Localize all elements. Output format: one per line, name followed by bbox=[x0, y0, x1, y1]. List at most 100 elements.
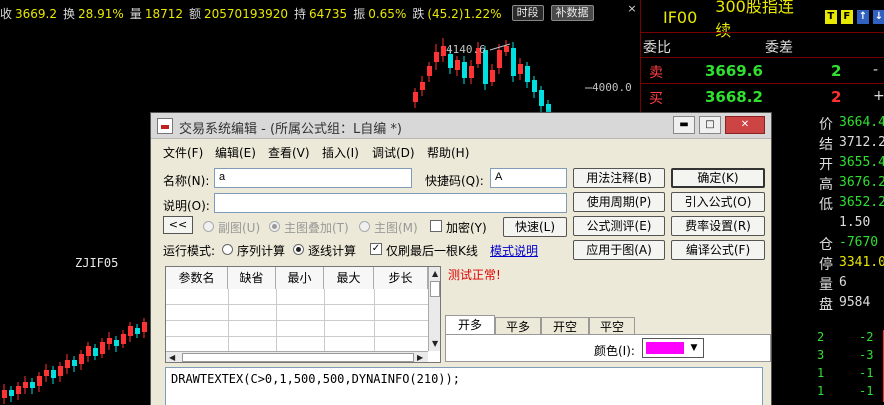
quote-field-label: 仓 bbox=[819, 237, 833, 253]
quote-field-label: 结 bbox=[819, 137, 833, 153]
col-step: 步长 bbox=[374, 267, 428, 289]
order-ratio-row: 委比 委差 bbox=[641, 32, 884, 58]
tick-row: 1 -1 bbox=[813, 384, 884, 402]
fast-button[interactable]: 快速(L) bbox=[503, 217, 567, 237]
formula-test-button[interactable]: 公式测评(E) bbox=[573, 216, 665, 236]
menubar: 文件(F) 编辑(E) 查看(V) 插入(I) 调试(D) 帮助(H) bbox=[151, 141, 771, 161]
status-item-value: 20570193920 bbox=[204, 6, 288, 21]
order-ratio-label: 委比 bbox=[643, 40, 671, 56]
mode-help-link[interactable]: 模式说明 bbox=[490, 242, 538, 259]
sell-volume: 2 bbox=[831, 62, 842, 80]
quote-field-label: 盘 bbox=[819, 297, 833, 313]
menu-view[interactable]: 查看(V) bbox=[268, 144, 310, 161]
contract-code: IF00 bbox=[663, 7, 698, 27]
candle bbox=[114, 336, 119, 352]
menu-file[interactable]: 文件(F) bbox=[163, 144, 203, 161]
order-diff-label: 委差 bbox=[765, 40, 793, 56]
menu-edit[interactable]: 编辑(E) bbox=[215, 144, 256, 161]
quote-field-value: 3712.2 bbox=[839, 135, 884, 150]
encrypt-checkbox[interactable] bbox=[430, 220, 442, 232]
candle bbox=[100, 338, 105, 358]
status-item-label: 振 bbox=[353, 6, 366, 21]
apply-to-chart-button[interactable]: 应用于图(A) bbox=[573, 240, 665, 260]
arrow-down-icon[interactable]: ↓ bbox=[872, 10, 884, 24]
menu-insert[interactable]: 插入(I) bbox=[322, 144, 359, 161]
import-formula-button[interactable]: 引入公式(O) bbox=[671, 192, 765, 212]
candle bbox=[86, 342, 91, 362]
run-seq-radio[interactable] bbox=[222, 244, 233, 255]
candle bbox=[497, 44, 502, 74]
candle bbox=[420, 76, 425, 96]
buy-change: + bbox=[873, 88, 884, 104]
quote-field-value: 3655.4 bbox=[839, 155, 884, 170]
buy-price: 3668.2 bbox=[705, 88, 763, 106]
use-period-button[interactable]: 使用周期(P) bbox=[573, 192, 665, 212]
table-row[interactable] bbox=[166, 321, 428, 337]
status-item-value: (45.2)1.22% bbox=[427, 6, 502, 21]
candle bbox=[462, 56, 467, 84]
desc-input[interactable] bbox=[214, 193, 567, 213]
ok-button[interactable]: 确定(K) bbox=[671, 168, 765, 188]
collapse-button[interactable]: << bbox=[163, 216, 193, 234]
overlay-radio[interactable] bbox=[269, 221, 280, 232]
maximize-button[interactable]: □ bbox=[699, 116, 721, 134]
f-icon[interactable]: F bbox=[840, 10, 853, 24]
quote-field-value: 9584 bbox=[839, 295, 871, 310]
close-button[interactable]: ✕ bbox=[725, 116, 765, 134]
param-table[interactable]: 参数名 缺省 最小 最大 步长 ▲ ▼ ◀ ▶ bbox=[165, 266, 441, 363]
status-item-label: 换 bbox=[63, 6, 76, 21]
shortcut-input[interactable]: A bbox=[490, 168, 567, 188]
dialog-titlebar[interactable]: 交易系统编辑 - (所属公式组：L自编 *) ▬ □ ✕ bbox=[151, 113, 771, 139]
candle bbox=[504, 40, 509, 56]
quote-field-value: -7670 bbox=[839, 235, 879, 250]
mainchart-radio[interactable] bbox=[359, 221, 370, 232]
axis-price-label: 4000.0 bbox=[592, 81, 632, 94]
status-item-label: 持 bbox=[294, 6, 307, 21]
status-item-value: 64735 bbox=[309, 6, 348, 21]
minimize-button[interactable]: ▬ bbox=[673, 116, 695, 134]
candle bbox=[44, 364, 49, 382]
run-line-radio[interactable] bbox=[293, 244, 304, 255]
candle bbox=[121, 330, 126, 348]
menu-debug[interactable]: 调试(D) bbox=[372, 144, 415, 161]
candle bbox=[30, 378, 35, 394]
supplement-data-button[interactable]: 补数据 bbox=[550, 5, 594, 21]
compile-formula-button[interactable]: 编译公式(F) bbox=[671, 240, 765, 260]
last-bar-checkbox[interactable]: ✓ bbox=[370, 243, 382, 255]
vertical-scrollbar[interactable]: ▲ ▼ bbox=[428, 267, 440, 351]
app-icon bbox=[157, 118, 173, 134]
color-select[interactable]: ▼ bbox=[642, 338, 704, 358]
timeframe-button[interactable]: 时段 bbox=[511, 5, 544, 21]
subchart-radio[interactable] bbox=[203, 221, 214, 232]
usage-notes-button[interactable]: 用法注释(B) bbox=[573, 168, 665, 188]
status-item-label: 跌 bbox=[412, 6, 425, 21]
chevron-down-icon[interactable]: ▼ bbox=[687, 340, 701, 356]
close-icon[interactable]: × bbox=[626, 3, 638, 15]
candle bbox=[532, 76, 537, 98]
sell-price: 3669.6 bbox=[705, 62, 763, 80]
quote-field-label: 停 bbox=[819, 257, 833, 273]
t-icon[interactable]: T bbox=[824, 10, 837, 24]
menu-help[interactable]: 帮助(H) bbox=[427, 144, 469, 161]
col-max: 最大 bbox=[324, 267, 374, 289]
name-label: 名称(N): bbox=[163, 174, 210, 188]
sell-row: 卖 3669.6 2 - bbox=[641, 57, 884, 83]
formula-code[interactable]: DRAWTEXTEX(C>0,1,500,500,DYNAINFO(210)); bbox=[171, 372, 460, 386]
status-item: 跌 (45.2)1.22% bbox=[412, 5, 504, 22]
candle bbox=[525, 62, 530, 88]
candle bbox=[23, 376, 28, 394]
quote-field-label: 量 bbox=[819, 277, 833, 293]
tick-volume: 1 bbox=[817, 366, 825, 380]
test-result-text: 测试正常! bbox=[448, 268, 501, 282]
name-input[interactable]: a bbox=[214, 168, 412, 188]
color-label: 颜色(I): bbox=[594, 344, 635, 358]
tick-volume: 3 bbox=[817, 348, 825, 362]
table-row[interactable] bbox=[166, 305, 428, 321]
table-row[interactable] bbox=[166, 289, 428, 305]
sell-label: 卖 bbox=[649, 65, 663, 81]
status-item-label: 额 bbox=[189, 6, 202, 21]
fee-settings-button[interactable]: 费率设置(R) bbox=[671, 216, 765, 236]
candle bbox=[37, 372, 42, 392]
arrow-up-icon[interactable]: ↑ bbox=[856, 10, 869, 24]
horizontal-scrollbar[interactable]: ◀ ▶ bbox=[166, 351, 428, 362]
